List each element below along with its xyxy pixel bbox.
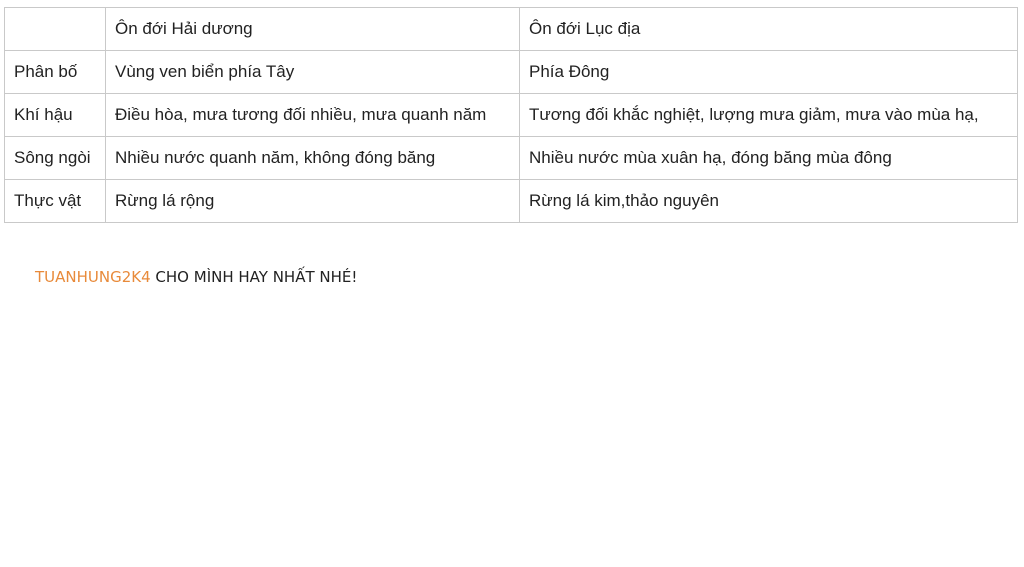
table-header-row: Ôn đới Hải dương Ôn đới Lục địa: [4, 7, 1018, 51]
note-message: CHO MÌNH HAY NHẤT NHÉ!: [150, 268, 358, 286]
table-row: Khí hậu Điều hòa, mưa tương đối nhiều, m…: [4, 93, 1018, 137]
table-cell: Tương đối khắc nghiệt, lượng mưa giảm, m…: [519, 93, 1018, 137]
table-cell: Rừng lá kim,thảo nguyên: [519, 179, 1018, 223]
table-row: Sông ngòi Nhiều nước quanh năm, không đó…: [4, 136, 1018, 180]
table-header-cell: Ôn đới Lục địa: [519, 7, 1018, 51]
table-cell: Điều hòa, mưa tương đối nhiều, mưa quanh…: [105, 93, 520, 137]
answer-note: TUANHUNG2K4 CHO MÌNH HAY NHẤT NHÉ!: [35, 268, 357, 286]
table-header-cell: [4, 7, 106, 51]
table-cell: Phía Đông: [519, 50, 1018, 94]
clipped-text-above: [4, 0, 604, 3]
table-row-label: Khí hậu: [4, 93, 106, 137]
table-row-label: Sông ngòi: [4, 136, 106, 180]
comparison-table: Ôn đới Hải dương Ôn đới Lục địa Phân bố …: [4, 7, 1018, 223]
table-cell: Vùng ven biển phía Tây: [105, 50, 520, 94]
table-row: Thực vật Rừng lá rộng Rừng lá kim,thảo n…: [4, 179, 1018, 223]
table-cell: Nhiều nước quanh năm, không đóng băng: [105, 136, 520, 180]
table-row: Phân bố Vùng ven biển phía Tây Phía Đông: [4, 50, 1018, 94]
table-row-label: Thực vật: [4, 179, 106, 223]
table-cell: Rừng lá rộng: [105, 179, 520, 223]
username-mention: TUANHUNG2K4: [35, 268, 151, 286]
table-row-label: Phân bố: [4, 50, 106, 94]
table-cell: Nhiều nước mùa xuân hạ, đóng băng mùa đô…: [519, 136, 1018, 180]
table-header-cell: Ôn đới Hải dương: [105, 7, 520, 51]
